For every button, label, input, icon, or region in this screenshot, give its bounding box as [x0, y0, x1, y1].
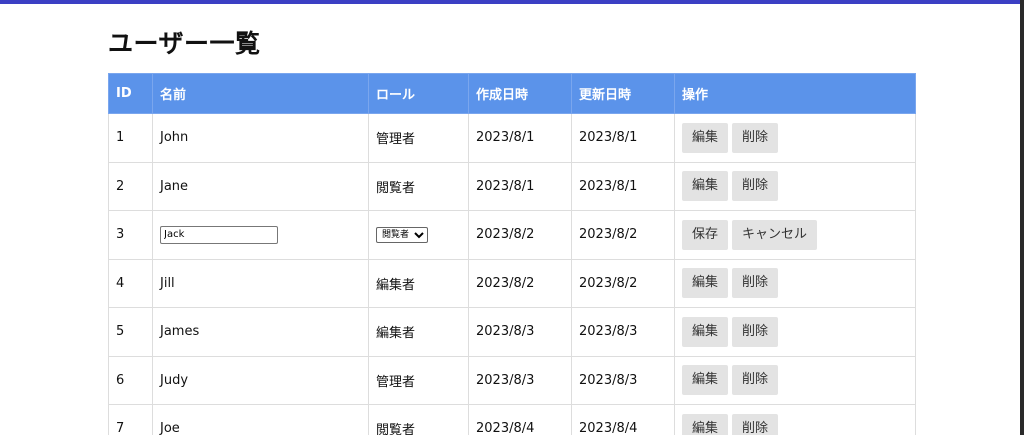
cell-id: 5: [108, 307, 153, 357]
cell-updated: 2023/8/2: [571, 210, 675, 260]
cell-id: 2: [108, 161, 153, 211]
table-row: 2 Jane 閲覧者 2023/8/1 2023/8/1 編集 削除: [108, 161, 916, 211]
cancel-button[interactable]: キャンセル: [732, 219, 818, 250]
cell-id: 7: [108, 404, 153, 435]
cell-updated: 2023/8/4: [571, 404, 675, 435]
column-header-created: 作成日時: [468, 73, 572, 114]
cell-id: 4: [108, 258, 153, 308]
cell-created: 2023/8/4: [468, 404, 572, 435]
cell-actions: 編集 削除: [674, 355, 916, 405]
window-top-border: [0, 0, 1024, 4]
cell-created: 2023/8/3: [468, 307, 572, 357]
users-table: ID 名前 ロール 作成日時 更新日時 操作 1 John 管理者 2023/8…: [108, 73, 916, 435]
role-select[interactable]: 閲覧者: [376, 227, 428, 244]
cell-name: Judy: [152, 355, 369, 405]
cell-name: John: [152, 113, 369, 163]
delete-button[interactable]: 削除: [732, 122, 779, 153]
cell-name: Jill: [152, 258, 369, 308]
delete-button[interactable]: 削除: [732, 413, 779, 435]
cell-updated: 2023/8/3: [571, 355, 675, 405]
page-title: ユーザー一覧: [108, 29, 261, 58]
cell-name: James: [152, 307, 369, 357]
cell-role: 編集者: [368, 258, 469, 308]
column-header-id: ID: [108, 73, 153, 114]
cell-created: 2023/8/3: [468, 355, 572, 405]
name-input[interactable]: [160, 225, 278, 244]
delete-button[interactable]: 削除: [732, 268, 779, 299]
cell-name: [152, 210, 369, 260]
table-row: 1 John 管理者 2023/8/1 2023/8/1 編集 削除: [108, 113, 916, 163]
cell-name: Jane: [152, 161, 369, 211]
edit-button[interactable]: 編集: [682, 413, 729, 435]
column-header-updated: 更新日時: [571, 73, 675, 114]
cell-created: 2023/8/1: [468, 113, 572, 163]
cell-role: 管理者: [368, 113, 469, 163]
cell-created: 2023/8/2: [468, 210, 572, 260]
cell-role: 閲覧者: [368, 161, 469, 211]
edit-button[interactable]: 編集: [682, 171, 729, 202]
table-row: 5 James 編集者 2023/8/3 2023/8/3 編集 削除: [108, 307, 916, 357]
cell-updated: 2023/8/1: [571, 113, 675, 163]
column-header-actions: 操作: [674, 73, 916, 114]
table-row: 6 Judy 管理者 2023/8/3 2023/8/3 編集 削除: [108, 355, 916, 405]
cell-created: 2023/8/2: [468, 258, 572, 308]
window-right-edge: [1020, 0, 1024, 435]
column-header-role: ロール: [368, 73, 469, 114]
delete-button[interactable]: 削除: [732, 316, 779, 347]
cell-actions: 編集 削除: [674, 404, 916, 435]
cell-updated: 2023/8/2: [571, 258, 675, 308]
cell-id: 6: [108, 355, 153, 405]
cell-actions: 編集 削除: [674, 161, 916, 211]
edit-button[interactable]: 編集: [682, 122, 729, 153]
cell-actions: 編集 削除: [674, 113, 916, 163]
delete-button[interactable]: 削除: [732, 365, 779, 396]
cell-updated: 2023/8/1: [571, 161, 675, 211]
cell-role: 編集者: [368, 307, 469, 357]
cell-role: 管理者: [368, 355, 469, 405]
edit-button[interactable]: 編集: [682, 316, 729, 347]
table-row-editing: 3 閲覧者 2023/8/2 2023/8/2 保存キャンセル: [108, 210, 916, 260]
cell-role: 閲覧者: [368, 404, 469, 435]
save-button[interactable]: 保存: [682, 219, 729, 250]
edit-button[interactable]: 編集: [682, 365, 729, 396]
cell-created: 2023/8/1: [468, 161, 572, 211]
table-header-row: ID 名前 ロール 作成日時 更新日時 操作: [108, 73, 916, 114]
cell-updated: 2023/8/3: [571, 307, 675, 357]
cell-role: 閲覧者: [368, 210, 469, 260]
cell-id: 3: [108, 210, 153, 260]
cell-id: 1: [108, 113, 153, 163]
table-row: 4 Jill 編集者 2023/8/2 2023/8/2 編集 削除: [108, 258, 916, 308]
cell-actions: 編集 削除: [674, 258, 916, 308]
edit-button[interactable]: 編集: [682, 268, 729, 299]
cell-actions: 編集 削除: [674, 307, 916, 357]
column-header-name: 名前: [152, 73, 369, 114]
table-row: 7 Joe 閲覧者 2023/8/4 2023/8/4 編集 削除: [108, 404, 916, 435]
cell-name: Joe: [152, 404, 369, 435]
delete-button[interactable]: 削除: [732, 171, 779, 202]
cell-actions: 保存 キャンセル: [674, 210, 916, 260]
